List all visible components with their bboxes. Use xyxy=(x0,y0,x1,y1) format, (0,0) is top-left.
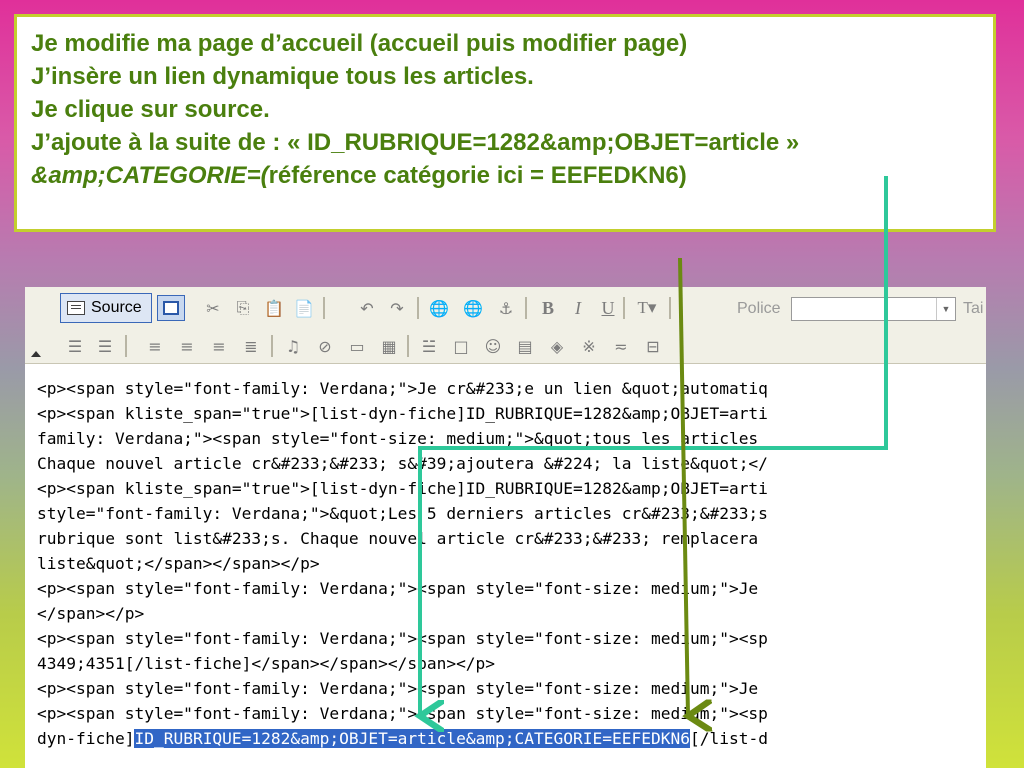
instruction-line-3: Je clique sur source. xyxy=(31,96,270,123)
toolbar-separator xyxy=(323,297,325,319)
dynamic-list-icon[interactable]: ☱ xyxy=(417,333,441,359)
toolbar-separator xyxy=(125,335,127,357)
justify-icon[interactable]: ≣ xyxy=(239,333,263,359)
copy-icon[interactable]: ⎘ xyxy=(230,295,256,321)
paste-icon[interactable]: 📋 xyxy=(261,295,287,321)
editor-toolbar: Source ✂ ⎘ 📋 📄 ↶ ↷ 🌐 🌐 ⚓ B I U T▾ Police… xyxy=(25,287,986,364)
toolbar-separator xyxy=(623,297,625,319)
paste-word-icon[interactable]: 📄 xyxy=(291,295,317,321)
instruction-line-4: J’ajoute à la suite de : « ID_RUBRIQUE=1… xyxy=(31,129,800,156)
special-char-icon[interactable]: ※ xyxy=(577,333,601,359)
toolbar-separator xyxy=(669,297,671,319)
code-line: <p><span style="font-family: Verdana;"><… xyxy=(37,629,768,648)
instruction-line-5-rest: référence catégorie ici = EEFEDKN6) xyxy=(268,162,687,189)
code-line: rubrique sont list&#233;s. Chaque nouvel… xyxy=(37,529,759,548)
code-line: <p><span kliste_span="true">[list-dyn-fi… xyxy=(37,479,768,498)
code-line: <p><span style="font-family: Verdana;"><… xyxy=(37,579,759,598)
image-icon[interactable]: ▭ xyxy=(345,333,369,359)
insert-icon[interactable]: ≂ xyxy=(609,333,633,359)
toolbar-row-2: ☰ ☰ ≡ ≡ ≡ ≣ ♫ ⊘ ▭ ▦ ☱ □ ☺ ▤ ◈ ※ ≂ ⊟ xyxy=(25,329,986,363)
row-icon[interactable]: ⊟ xyxy=(641,333,665,359)
code-line-prefix: dyn-fiche] xyxy=(37,729,135,748)
toolbar-row-1: Source ✂ ⎘ 📋 📄 ↶ ↷ 🌐 🌐 ⚓ B I U T▾ Police… xyxy=(25,291,986,325)
maximize-button[interactable] xyxy=(157,295,185,321)
code-line-suffix: [/list-d xyxy=(689,729,768,748)
code-line: family: Verdana;"><span style="font-size… xyxy=(37,429,759,448)
source-button-label: Source xyxy=(91,299,142,316)
italic-icon[interactable]: I xyxy=(565,295,591,321)
text-color-icon[interactable]: T▾ xyxy=(629,295,665,321)
unordered-list-icon[interactable]: ☰ xyxy=(93,333,117,359)
table-icon[interactable]: ▤ xyxy=(513,333,537,359)
selected-text[interactable]: ID_RUBRIQUE=1282&amp;OBJET=article&amp;C… xyxy=(134,729,690,748)
taille-label: Tai xyxy=(963,300,984,317)
source-code-area[interactable]: <p><span style="font-family: Verdana;">J… xyxy=(25,364,986,768)
ordered-list-icon[interactable]: ☰ xyxy=(63,333,87,359)
code-line: <p><span style="font-family: Verdana;"><… xyxy=(37,704,768,723)
instruction-line-5: &amp;CATEGORIE=(référence catégorie ici … xyxy=(31,159,981,192)
align-left-icon[interactable]: ≡ xyxy=(143,333,167,359)
code-line: 4349;4351[/list-fiche]</span></span></sp… xyxy=(37,654,496,673)
code-line: </span></p> xyxy=(37,604,145,623)
link-icon[interactable]: 🌐 xyxy=(425,295,453,321)
unlink-icon[interactable]: 🌐 xyxy=(459,295,487,321)
frame-icon[interactable]: □ xyxy=(449,333,473,359)
anchor-icon[interactable]: ⚓ xyxy=(493,295,519,321)
instruction-line-2: J’insère un lien dynamique tous les arti… xyxy=(31,63,534,90)
toolbar-separator xyxy=(271,335,273,357)
underline-icon[interactable]: U xyxy=(595,295,621,321)
redo-icon[interactable]: ↷ xyxy=(385,295,409,321)
code-line: Chaque nouvel article cr&#233;&#233; s&#… xyxy=(37,454,768,473)
code-line: <p><span kliste_span="true">[list-dyn-fi… xyxy=(37,404,768,423)
bold-icon[interactable]: B xyxy=(535,295,561,321)
flash-icon[interactable]: ♫ xyxy=(281,333,305,359)
police-label: Police xyxy=(737,300,781,317)
code-line: <p><span style="font-family: Verdana;">J… xyxy=(37,379,768,398)
toolbar-separator xyxy=(407,335,409,357)
smiley-icon[interactable]: ☺ xyxy=(481,333,505,359)
instruction-textbox: Je modifie ma page d’accueil (accueil pu… xyxy=(14,14,996,232)
align-center-icon[interactable]: ≡ xyxy=(175,333,199,359)
code-line: style="font-family: Verdana;">&quot;Les … xyxy=(37,504,768,523)
source-icon xyxy=(67,301,85,315)
code-line: <p><span style="font-family: Verdana;"><… xyxy=(37,679,759,698)
toolbar-separator xyxy=(525,297,527,319)
instruction-line-1: Je modifie ma page d’accueil (accueil pu… xyxy=(31,30,688,57)
source-button[interactable]: Source xyxy=(60,293,152,323)
ie-icon[interactable]: ⊘ xyxy=(313,333,337,359)
cut-icon[interactable]: ✂ xyxy=(200,295,226,321)
undo-icon[interactable]: ↶ xyxy=(355,295,379,321)
editor-screenshot: Source ✂ ⎘ 📋 📄 ↶ ↷ 🌐 🌐 ⚓ B I U T▾ Police… xyxy=(25,287,986,768)
code-line-last: dyn-fiche]ID_RUBRIQUE=1282&amp;OBJET=art… xyxy=(37,726,986,751)
align-right-icon[interactable]: ≡ xyxy=(207,333,231,359)
instruction-line-5-italic: &amp;CATEGORIE=( xyxy=(31,162,269,189)
chevron-down-icon[interactable]: ▼ xyxy=(936,298,955,320)
toolbar-separator xyxy=(417,297,419,319)
3d-icon[interactable]: ◈ xyxy=(545,333,569,359)
police-select[interactable]: ▼ xyxy=(791,297,956,321)
code-line: liste&quot;</span></span></p> xyxy=(37,554,320,573)
film-icon[interactable]: ▦ xyxy=(377,333,401,359)
